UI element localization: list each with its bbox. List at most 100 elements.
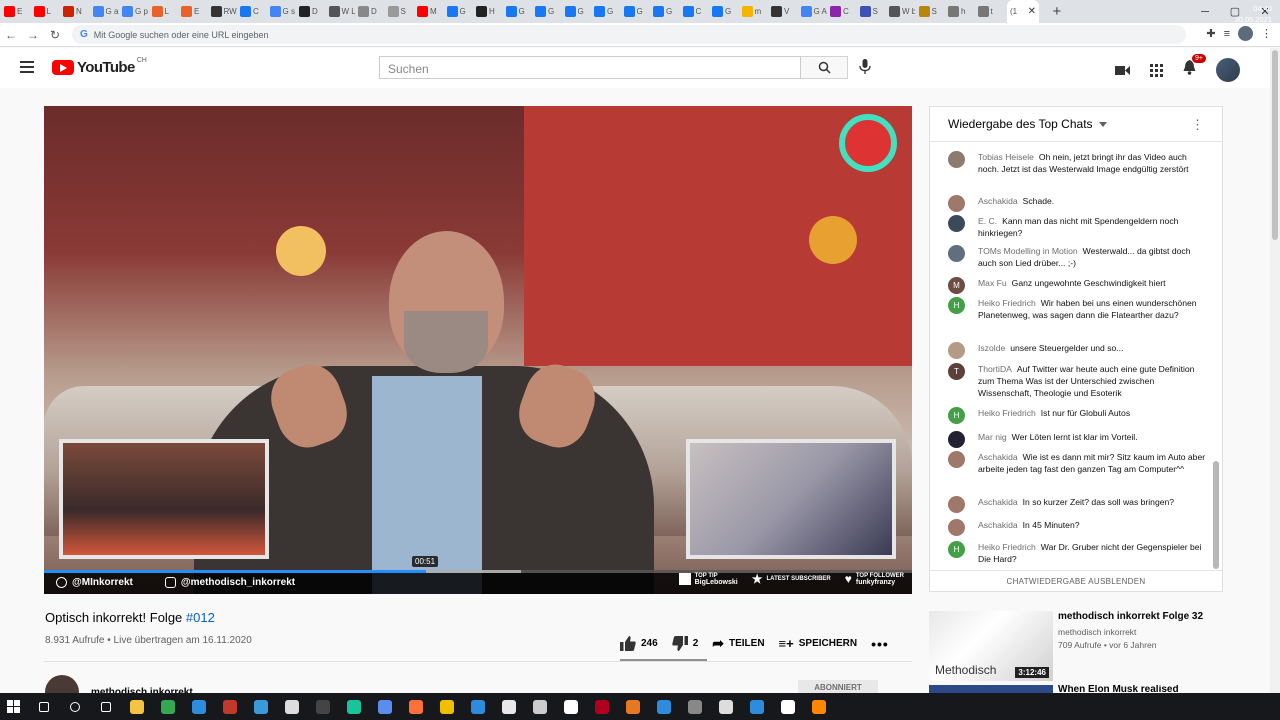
- browser-tab[interactable]: S: [387, 2, 414, 22]
- taskbar-app[interactable]: [527, 694, 553, 720]
- reload-icon[interactable]: ↻: [44, 28, 66, 42]
- taskbar-app[interactable]: [682, 694, 708, 720]
- notifications-bell-icon[interactable]: 9+: [1183, 54, 1206, 80]
- page-scrollbar[interactable]: [1270, 48, 1280, 693]
- browser-tab[interactable]: L: [151, 2, 178, 22]
- browser-tab[interactable]: C: [240, 2, 266, 22]
- recommendation-thumbnail[interactable]: Methodisch 3:12:46: [929, 611, 1053, 681]
- browser-tab[interactable]: G: [505, 2, 532, 22]
- like-button[interactable]: 246: [620, 636, 658, 651]
- recommendation-title[interactable]: When Elon Musk realised: [1058, 685, 1218, 693]
- recommendation-title[interactable]: methodisch inkorrekt Folge 32: [1058, 611, 1218, 622]
- browser-tab[interactable]: m: [741, 2, 768, 22]
- chat-avatar[interactable]: [948, 451, 965, 468]
- video-player[interactable]: @MInkorrekt @methodisch_inkorrekt TOP TI…: [44, 106, 912, 594]
- chat-scrollbar[interactable]: [1212, 143, 1219, 572]
- start-button[interactable]: [0, 694, 26, 720]
- taskbar-app[interactable]: [186, 694, 212, 720]
- taskbar-app[interactable]: [806, 694, 832, 720]
- chat-avatar[interactable]: T: [948, 363, 965, 380]
- taskbar-app[interactable]: [620, 694, 646, 720]
- chat-avatar[interactable]: H: [948, 407, 965, 424]
- chat-avatar[interactable]: [948, 245, 965, 262]
- back-icon[interactable]: ←: [0, 28, 22, 42]
- chat-avatar[interactable]: H: [948, 297, 965, 314]
- chat-author[interactable]: Aschakida: [978, 452, 1018, 462]
- taskbar-app[interactable]: [713, 694, 739, 720]
- taskbar-app[interactable]: [775, 694, 801, 720]
- close-tab-icon[interactable]: ✕: [1028, 6, 1036, 17]
- account-avatar[interactable]: [1216, 58, 1240, 82]
- browser-tab[interactable]: G: [594, 2, 620, 22]
- browser-tab[interactable]: C: [830, 2, 856, 22]
- browser-tab[interactable]: D: [358, 2, 384, 22]
- chat-avatar[interactable]: [948, 151, 965, 168]
- recommendation-thumbnail[interactable]: [929, 685, 1053, 693]
- taskbar-app[interactable]: [434, 694, 460, 720]
- browser-tab[interactable]: G: [623, 2, 650, 22]
- search-input[interactable]: Suchen: [379, 56, 801, 79]
- chat-author[interactable]: E. C.: [978, 216, 997, 226]
- taskbar-app[interactable]: [155, 694, 181, 720]
- browser-tab[interactable]: W L: [328, 2, 355, 22]
- browser-tab[interactable]: G: [564, 2, 591, 22]
- browser-tab[interactable]: RW B: [210, 2, 237, 22]
- microphone-icon[interactable]: [859, 59, 871, 79]
- browser-tab[interactable]: V: [771, 2, 797, 22]
- recommendation-channel[interactable]: methodisch inkorrekt: [1058, 627, 1218, 637]
- forward-icon[interactable]: →: [22, 28, 44, 42]
- more-actions-button[interactable]: •••: [871, 636, 889, 652]
- browser-tab[interactable]: S: [918, 2, 945, 22]
- reading-list-icon[interactable]: ≡: [1224, 28, 1230, 40]
- recommendation-item[interactable]: Methodisch 3:12:46 methodisch inkorrekt …: [929, 611, 1229, 681]
- hide-chat-button[interactable]: CHATWIEDERGABE AUSBLENDEN: [930, 570, 1222, 591]
- taskbar-app[interactable]: [496, 694, 522, 720]
- taskbar-app[interactable]: [62, 694, 88, 720]
- browser-tab[interactable]: D: [299, 2, 325, 22]
- browser-tab-active[interactable]: (1 ✕: [1007, 0, 1039, 23]
- browser-tab[interactable]: W b: [889, 2, 915, 22]
- system-clock[interactable]: 04:40 30.05.2021: [1234, 3, 1272, 25]
- extensions-icon[interactable]: ✚: [1206, 27, 1215, 40]
- browser-tab[interactable]: M: [417, 2, 443, 22]
- chat-author[interactable]: Mar nig: [978, 432, 1007, 442]
- taskbar-app[interactable]: [279, 694, 305, 720]
- chat-author[interactable]: Max Fu: [978, 278, 1007, 288]
- chat-author[interactable]: Iszolde: [978, 343, 1005, 353]
- chat-avatar[interactable]: [948, 431, 965, 448]
- browser-tab[interactable]: G a: [92, 2, 119, 22]
- browser-tab[interactable]: G s: [269, 2, 296, 22]
- taskbar-app[interactable]: [744, 694, 770, 720]
- create-video-icon[interactable]: [1115, 65, 1130, 76]
- chat-header[interactable]: Wiedergabe des Top Chats ⋮: [930, 107, 1222, 142]
- more-vertical-icon[interactable]: ⋮: [1191, 117, 1204, 133]
- chat-avatar[interactable]: [948, 215, 965, 232]
- search-button[interactable]: [801, 56, 848, 79]
- browser-tab[interactable]: t: [977, 2, 1004, 22]
- browser-tab[interactable]: G: [653, 2, 679, 22]
- chat-author[interactable]: ThortiDA: [978, 364, 1012, 374]
- chat-author[interactable]: Aschakida: [978, 520, 1018, 530]
- recommendation-item[interactable]: When Elon Musk realised: [929, 685, 1229, 693]
- chat-author[interactable]: Heiko Friedrich: [978, 298, 1036, 308]
- taskbar-app[interactable]: [31, 694, 57, 720]
- taskbar-app[interactable]: [341, 694, 367, 720]
- dislike-button[interactable]: 2: [672, 636, 698, 651]
- share-button[interactable]: ➦ TEILEN: [712, 635, 764, 652]
- taskbar-app[interactable]: [558, 694, 584, 720]
- new-tab-button[interactable]: +: [1053, 3, 1062, 20]
- hashtag-link[interactable]: #012: [186, 610, 215, 625]
- chat-avatar[interactable]: [948, 195, 965, 212]
- taskbar-app[interactable]: [217, 694, 243, 720]
- chat-author[interactable]: Aschakida: [978, 497, 1018, 507]
- minimize-icon[interactable]: ─: [1190, 6, 1220, 18]
- chat-avatar[interactable]: M: [948, 277, 965, 294]
- chat-author[interactable]: Heiko Friedrich: [978, 542, 1036, 552]
- video-progress-bar[interactable]: [44, 570, 912, 573]
- taskbar-app[interactable]: [248, 694, 274, 720]
- taskbar-app[interactable]: [93, 694, 119, 720]
- save-button[interactable]: ≡+ SPEICHERN: [779, 636, 858, 651]
- chat-avatar[interactable]: H: [948, 541, 965, 558]
- taskbar-app[interactable]: [124, 694, 150, 720]
- browser-tab[interactable]: G: [446, 2, 473, 22]
